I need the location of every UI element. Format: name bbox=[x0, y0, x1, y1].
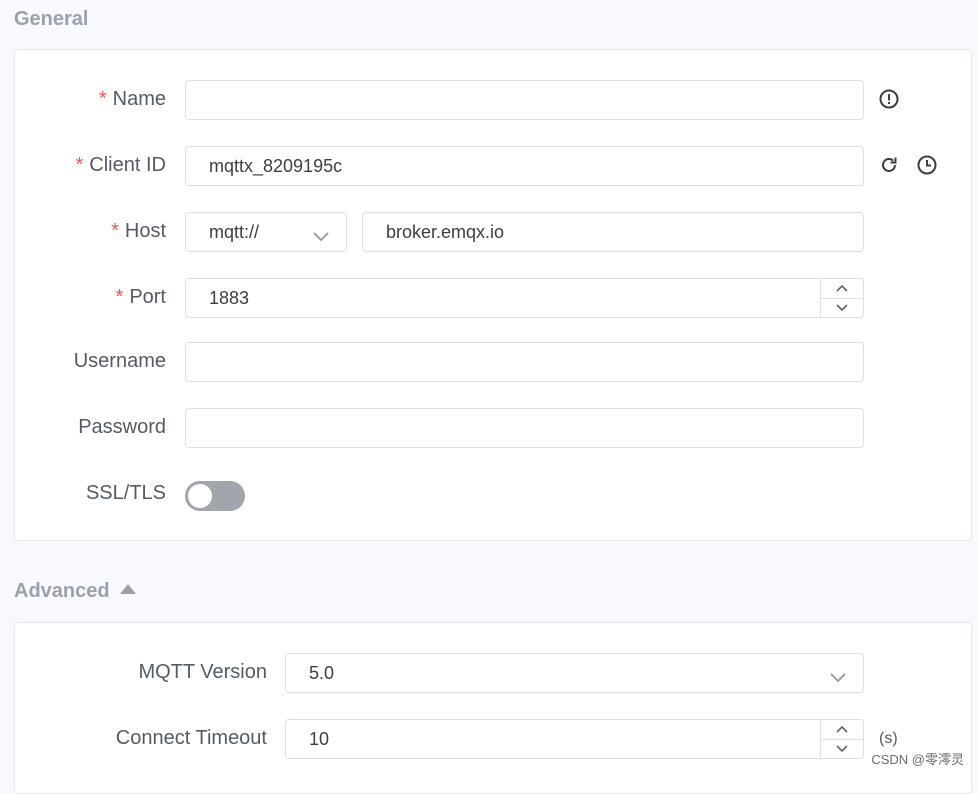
toggle-knob bbox=[188, 484, 212, 508]
name-label: * Name bbox=[98, 88, 166, 110]
username-input[interactable] bbox=[185, 342, 864, 382]
protocol-select[interactable]: mqtt:// bbox=[185, 212, 347, 252]
ssl-tls-label: SSL/TLS bbox=[85, 482, 166, 504]
host-label: * Host bbox=[111, 220, 166, 242]
chevron-down-icon bbox=[829, 667, 847, 688]
advanced-card bbox=[14, 622, 972, 794]
client-id-input[interactable]: mqttx_8209195c bbox=[185, 146, 864, 186]
port-decrement-button[interactable] bbox=[821, 299, 863, 318]
chevron-down-icon bbox=[312, 226, 330, 247]
connect-timeout-decrement-button[interactable] bbox=[821, 740, 863, 759]
chevron-down-icon bbox=[836, 745, 848, 753]
caret-up-icon bbox=[119, 584, 136, 594]
port-stepper bbox=[820, 279, 863, 317]
refresh-icon[interactable] bbox=[878, 154, 900, 176]
timeout-unit-label: (s) bbox=[879, 730, 898, 747]
chevron-up-icon bbox=[836, 725, 848, 733]
connect-timeout-label: Connect Timeout bbox=[115, 727, 267, 749]
connect-timeout-increment-button[interactable] bbox=[821, 720, 863, 740]
connect-timeout-input[interactable]: 10 bbox=[285, 719, 864, 759]
chevron-down-icon bbox=[836, 304, 848, 312]
port-input[interactable]: 1883 bbox=[185, 278, 864, 318]
mqtt-version-select[interactable]: 5.0 bbox=[285, 653, 864, 693]
client-id-label: * Client ID bbox=[75, 154, 167, 176]
connect-timeout-stepper bbox=[820, 720, 863, 758]
name-input[interactable] bbox=[185, 80, 864, 120]
chevron-up-icon bbox=[836, 284, 848, 292]
clock-icon[interactable] bbox=[916, 154, 938, 176]
host-input[interactable]: broker.emqx.io bbox=[362, 212, 864, 252]
ssl-tls-toggle[interactable] bbox=[185, 481, 245, 511]
advanced-section-title[interactable]: Advanced bbox=[14, 580, 136, 603]
exclamation-circle-icon[interactable] bbox=[878, 88, 900, 110]
mqtt-version-label: MQTT Version bbox=[138, 661, 267, 683]
password-input[interactable] bbox=[185, 408, 864, 448]
port-label: * Port bbox=[115, 286, 166, 308]
password-label: Password bbox=[78, 416, 166, 438]
watermark: CSDN @零澪灵 bbox=[871, 752, 964, 767]
username-label: Username bbox=[73, 350, 166, 372]
general-section-title: General bbox=[14, 8, 89, 30]
port-increment-button[interactable] bbox=[821, 279, 863, 299]
